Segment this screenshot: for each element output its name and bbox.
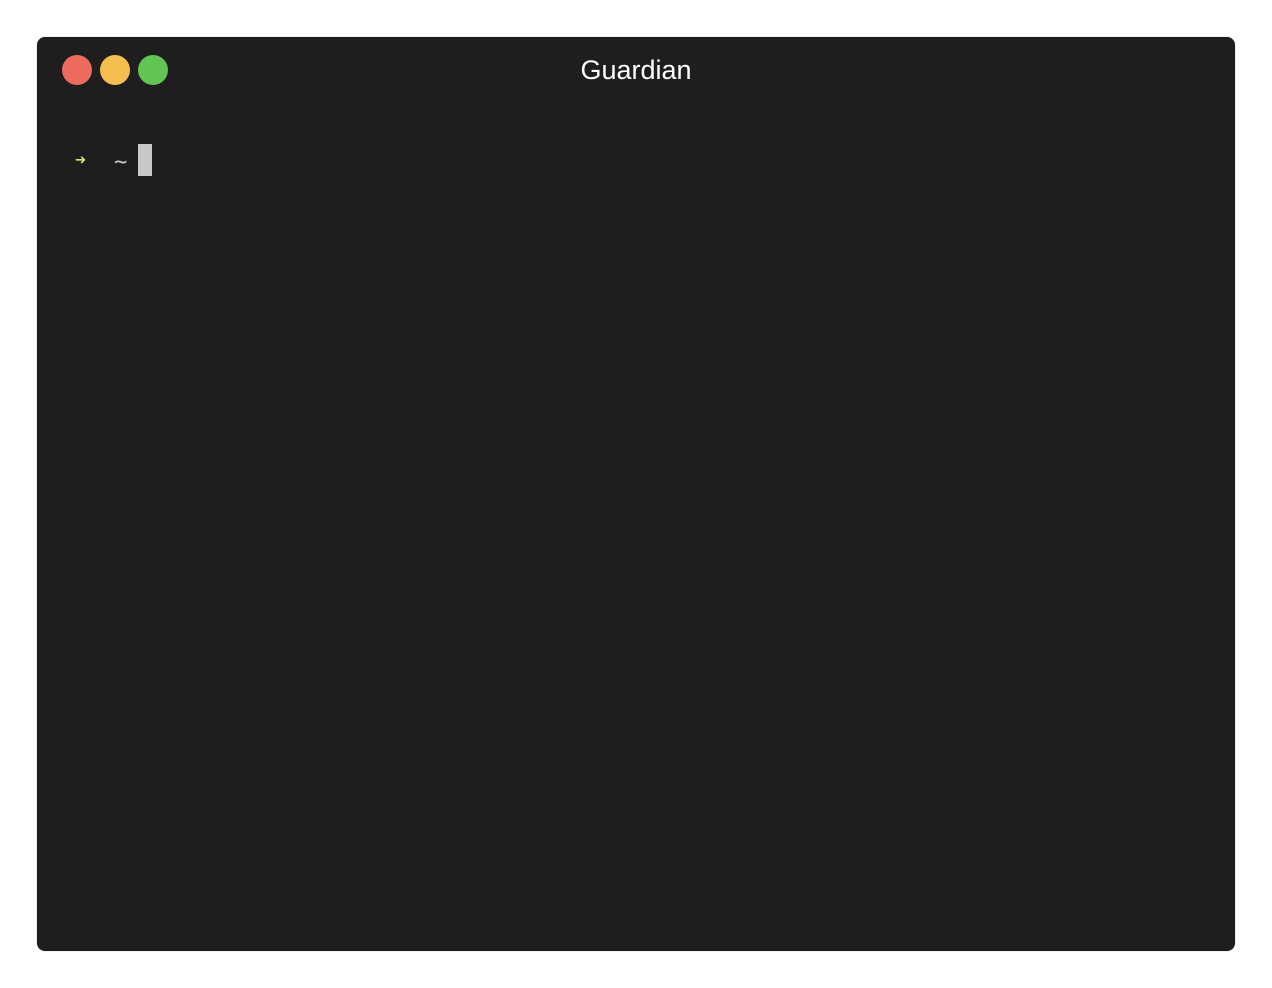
window-title: Guardian: [580, 55, 692, 85]
prompt-arrow-icon: ➜: [75, 149, 86, 171]
prompt-directory: ~: [114, 149, 128, 175]
terminal-window: Guardian ➜ ~: [37, 37, 1235, 951]
terminal-area[interactable]: ➜ ~: [37, 103, 1235, 951]
text-cursor: [138, 144, 153, 176]
title-bar[interactable]: Guardian: [37, 37, 1235, 103]
prompt-line: ➜ ~: [75, 144, 153, 176]
